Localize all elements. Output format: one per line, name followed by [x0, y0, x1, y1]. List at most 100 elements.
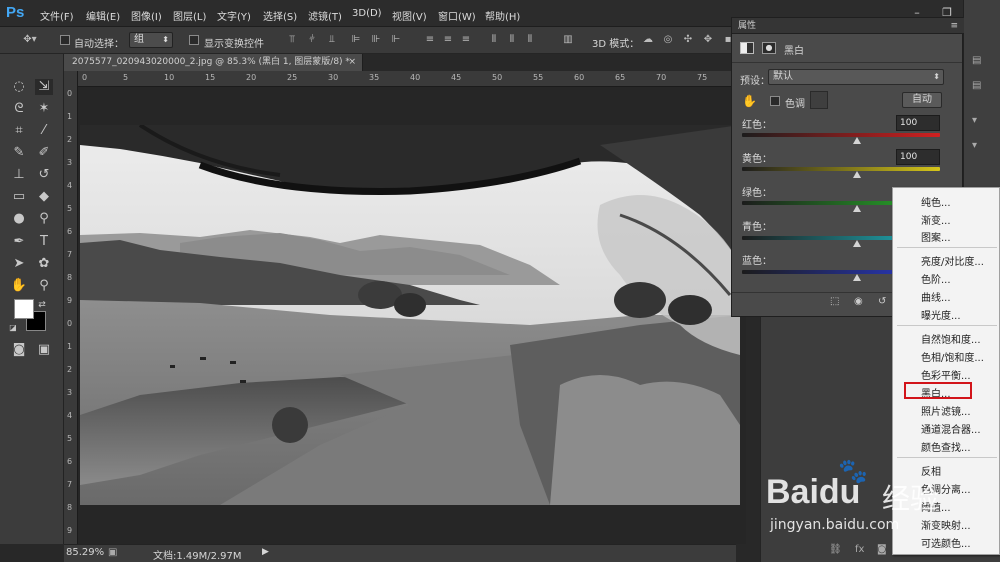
menu-item-photo-filter[interactable]: 照片滤镜... — [921, 403, 971, 418]
paint-bucket-icon[interactable]: ◆ — [35, 189, 53, 205]
menu-type[interactable]: 文字(Y) — [217, 8, 251, 23]
menu-item-levels[interactable]: 色阶... — [921, 271, 951, 286]
auto-select-dropdown[interactable]: 组 ⬍ — [129, 32, 173, 48]
3d-slide-icon[interactable]: ✥ — [702, 34, 714, 46]
eraser-tool-icon[interactable]: ▭ — [10, 189, 28, 205]
3d-roll-icon[interactable]: ◎ — [662, 34, 674, 46]
view-previous-icon[interactable]: ◉ — [854, 296, 863, 307]
crop-tool-icon[interactable]: ⌗ — [10, 123, 28, 139]
align-left-icon[interactable]: ⊫ — [350, 34, 362, 46]
cyan-slider-thumb[interactable] — [852, 240, 861, 247]
menu-3d[interactable]: 3D(D) — [352, 8, 382, 19]
menu-item-color-balance[interactable]: 色彩平衡... — [921, 367, 971, 382]
distribute-bottom-icon[interactable]: ≡ — [460, 34, 472, 46]
align-top-icon[interactable]: ⫪ — [286, 34, 298, 46]
red-slider-track[interactable] — [742, 133, 940, 137]
type-tool-icon[interactable]: T — [35, 234, 53, 250]
dodge-tool-icon[interactable]: ⚲ — [35, 211, 53, 227]
blue-slider-thumb[interactable] — [852, 274, 861, 281]
panel-icon-1[interactable]: ▤ — [972, 55, 981, 66]
clip-to-layer-icon[interactable]: ⬚ — [830, 296, 839, 307]
preset-dropdown[interactable]: 默认 ⬍ — [768, 69, 944, 85]
panel-menu-icon[interactable]: ≡ — [950, 18, 958, 34]
menu-item-curves[interactable]: 曲线... — [921, 289, 951, 304]
menu-item-vibrance[interactable]: 自然饱和度... — [921, 331, 981, 346]
3d-rotate-icon[interactable]: ☁ — [642, 34, 654, 46]
red-slider-thumb[interactable] — [852, 137, 861, 144]
targeted-adjust-hand-icon[interactable]: ✋ — [742, 94, 757, 108]
panel-icon-3[interactable]: ▾ — [972, 115, 977, 126]
shape-tool-icon[interactable]: ✿ — [35, 256, 53, 272]
magic-wand-icon[interactable]: ✶ — [35, 101, 53, 117]
foreground-color-swatch[interactable] — [14, 299, 34, 319]
menu-view[interactable]: 视图(V) — [392, 8, 427, 23]
auto-select-checkbox[interactable] — [60, 35, 70, 45]
screen-mode-icon[interactable]: ▣ — [35, 342, 53, 358]
menu-item-brightness-contrast[interactable]: 亮度/对比度... — [921, 253, 984, 268]
menu-item-hue-saturation[interactable]: 色相/饱和度... — [921, 349, 984, 364]
menu-window[interactable]: 窗口(W) — [438, 8, 476, 23]
path-selection-icon[interactable]: ➤ — [10, 256, 28, 272]
menu-select[interactable]: 选择(S) — [263, 8, 297, 23]
menu-filter[interactable]: 滤镜(T) — [308, 8, 342, 23]
zoom-tool-icon[interactable]: ⚲ — [35, 278, 53, 294]
yellow-value-input[interactable]: 100 — [896, 149, 940, 165]
panel-icon-4[interactable]: ▾ — [972, 140, 977, 151]
panel-icon-2[interactable]: ▤ — [972, 80, 981, 91]
swap-colors-icon[interactable]: ⇄ — [36, 297, 48, 313]
distribute-vcenter-icon[interactable]: ≡ — [442, 34, 454, 46]
lasso-tool-icon[interactable]: ᘓ — [10, 101, 28, 117]
fx-icon[interactable]: fx — [855, 544, 864, 555]
3d-pan-icon[interactable]: ✣ — [682, 34, 694, 46]
menu-file[interactable]: 文件(F) — [40, 8, 74, 23]
eyedropper-icon[interactable]: ⁄ — [35, 123, 53, 139]
menu-item-gradient[interactable]: 渐变... — [921, 212, 951, 227]
blur-tool-icon[interactable]: ● — [10, 211, 28, 227]
hand-tool-icon[interactable]: ✋ — [10, 278, 28, 294]
show-transform-checkbox[interactable] — [189, 35, 199, 45]
quick-mask-icon[interactable]: ◙ — [10, 342, 28, 358]
adjustment-layer-icon[interactable] — [740, 42, 754, 54]
pen-tool-icon[interactable]: ✒ — [10, 234, 28, 250]
distribute-right-icon[interactable]: ⦀ — [524, 34, 536, 46]
properties-title-bar[interactable]: 属性 ≡ — [732, 18, 964, 34]
landscape-photo[interactable] — [80, 125, 740, 505]
move-tool-preset-icon[interactable]: ✥▾ — [20, 34, 40, 46]
distribute-top-icon[interactable]: ≡ — [424, 34, 436, 46]
menu-item-color-lookup[interactable]: 颜色查找... — [921, 439, 971, 454]
link-layers-icon[interactable]: ⛓ — [829, 544, 842, 555]
menu-help[interactable]: 帮助(H) — [485, 8, 520, 23]
red-value-input[interactable]: 100 — [896, 115, 940, 131]
align-bottom-icon[interactable]: ⫫ — [326, 34, 338, 46]
marquee-tool-icon[interactable]: ◌ — [10, 79, 28, 95]
align-hcenter-icon[interactable]: ⊪ — [370, 34, 382, 46]
default-colors-icon[interactable]: ◪ — [8, 320, 18, 336]
auto-button[interactable]: 自动 — [902, 92, 942, 108]
menu-item-pattern[interactable]: 图案... — [921, 229, 951, 244]
align-vcenter-icon[interactable]: ⫩ — [306, 34, 318, 46]
align-right-icon[interactable]: ⊩ — [390, 34, 402, 46]
reset-icon[interactable]: ↺ — [878, 296, 886, 307]
document-tab[interactable]: 2075577_020943020000_2.jpg @ 85.3% (黑白 1… — [64, 54, 363, 71]
yellow-slider-thumb[interactable] — [852, 171, 861, 178]
clone-stamp-icon[interactable]: ⊥ — [10, 167, 28, 183]
yellow-slider-track[interactable] — [742, 167, 940, 171]
distribute-hcenter-icon[interactable]: ⦀ — [506, 34, 518, 46]
vertical-ruler[interactable]: 0 1 2 3 4 5 6 7 8 9 0 1 2 3 4 5 6 7 8 9 — [64, 71, 78, 544]
menu-item-exposure[interactable]: 曝光度... — [921, 307, 961, 322]
history-brush-icon[interactable]: ↺ — [35, 167, 53, 183]
menu-item-channel-mixer[interactable]: 通道混合器... — [921, 421, 981, 436]
tint-color-swatch[interactable] — [810, 91, 828, 109]
add-mask-icon[interactable]: ◙ — [877, 544, 887, 555]
menu-edit[interactable]: 编辑(E) — [86, 8, 120, 23]
healing-brush-icon[interactable]: ✎ — [10, 145, 28, 161]
brush-tool-icon[interactable]: ✐ — [35, 145, 53, 161]
green-slider-thumb[interactable] — [852, 205, 861, 212]
menu-layer[interactable]: 图层(L) — [173, 8, 206, 23]
distribute-left-icon[interactable]: ⦀ — [488, 34, 500, 46]
status-menu-arrow-icon[interactable]: ▶ — [262, 547, 269, 557]
status-info-icon[interactable]: ▣ — [108, 547, 117, 558]
menu-image[interactable]: 图像(I) — [131, 8, 162, 23]
mask-icon[interactable]: ● — [762, 42, 776, 54]
close-tab-icon[interactable]: × — [348, 54, 356, 71]
